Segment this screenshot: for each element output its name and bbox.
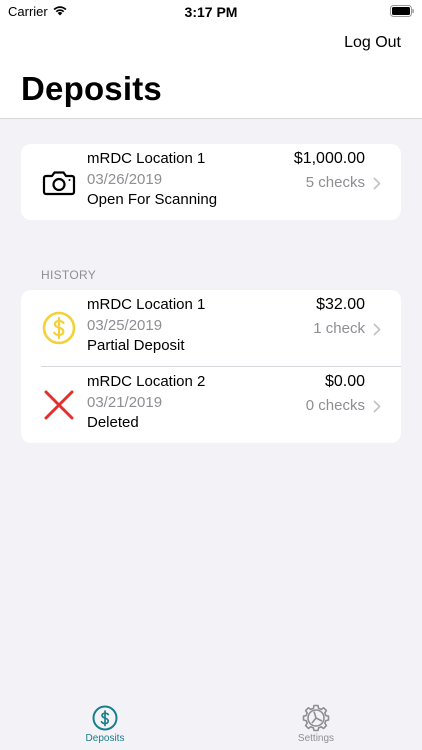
deposit-location: mRDC Location 1: [87, 150, 206, 167]
check-count: 1 check: [313, 320, 365, 337]
gear-icon: [302, 704, 330, 732]
deposit-status: Deleted: [87, 414, 139, 431]
history-card: mRDC Location 1 03/25/2019 Partial Depos…: [21, 290, 401, 443]
chevron-right-icon: [373, 400, 381, 413]
navigation-header: Carrier 3:17 PM Log Out Deposits: [0, 0, 422, 119]
current-deposit-card: mRDC Location 1 03/26/2019 Open For Scan…: [21, 144, 401, 220]
log-out-button[interactable]: Log Out: [344, 34, 401, 52]
tab-label: Deposits: [85, 733, 125, 744]
tab-settings[interactable]: Settings: [266, 704, 366, 748]
deposit-location: mRDC Location 2: [87, 373, 206, 390]
battery-icon: [390, 5, 414, 17]
chevron-right-icon: [373, 323, 381, 336]
deposit-date: 03/21/2019: [87, 394, 163, 411]
check-count: 0 checks: [305, 397, 365, 414]
deposit-date: 03/26/2019: [87, 171, 163, 188]
status-bar: Carrier 3:17 PM: [0, 0, 422, 24]
camera-icon: [42, 171, 76, 196]
deposit-amount: $32.00: [316, 296, 365, 313]
history-section-header: HISTORY: [41, 268, 97, 282]
deposit-date: 03/25/2019: [87, 317, 163, 334]
page-title: Deposits: [21, 70, 162, 107]
deposit-amount: $1,000.00: [293, 150, 365, 167]
check-count: 5 checks: [305, 174, 365, 191]
deposit-location: mRDC Location 1: [87, 296, 206, 313]
tab-deposits[interactable]: Deposits: [55, 704, 155, 748]
deposit-amount: $0.00: [324, 373, 365, 390]
deposit-status: Open For Scanning: [87, 191, 218, 208]
tab-label: Settings: [297, 733, 335, 744]
dollar-circle-icon: [92, 705, 118, 731]
history-row[interactable]: mRDC Location 2 03/21/2019 Deleted $0.00…: [21, 367, 401, 443]
red-x-icon: [44, 390, 74, 420]
chevron-right-icon: [373, 177, 381, 190]
deposit-status: Partial Deposit: [87, 337, 185, 354]
tab-bar: Deposits Settings: [0, 700, 422, 750]
status-time: 3:17 PM: [184, 4, 238, 20]
history-row[interactable]: mRDC Location 1 03/25/2019 Partial Depos…: [21, 290, 401, 367]
dollar-coin-icon: [42, 311, 76, 345]
current-deposit-row[interactable]: mRDC Location 1 03/26/2019 Open For Scan…: [21, 144, 401, 220]
